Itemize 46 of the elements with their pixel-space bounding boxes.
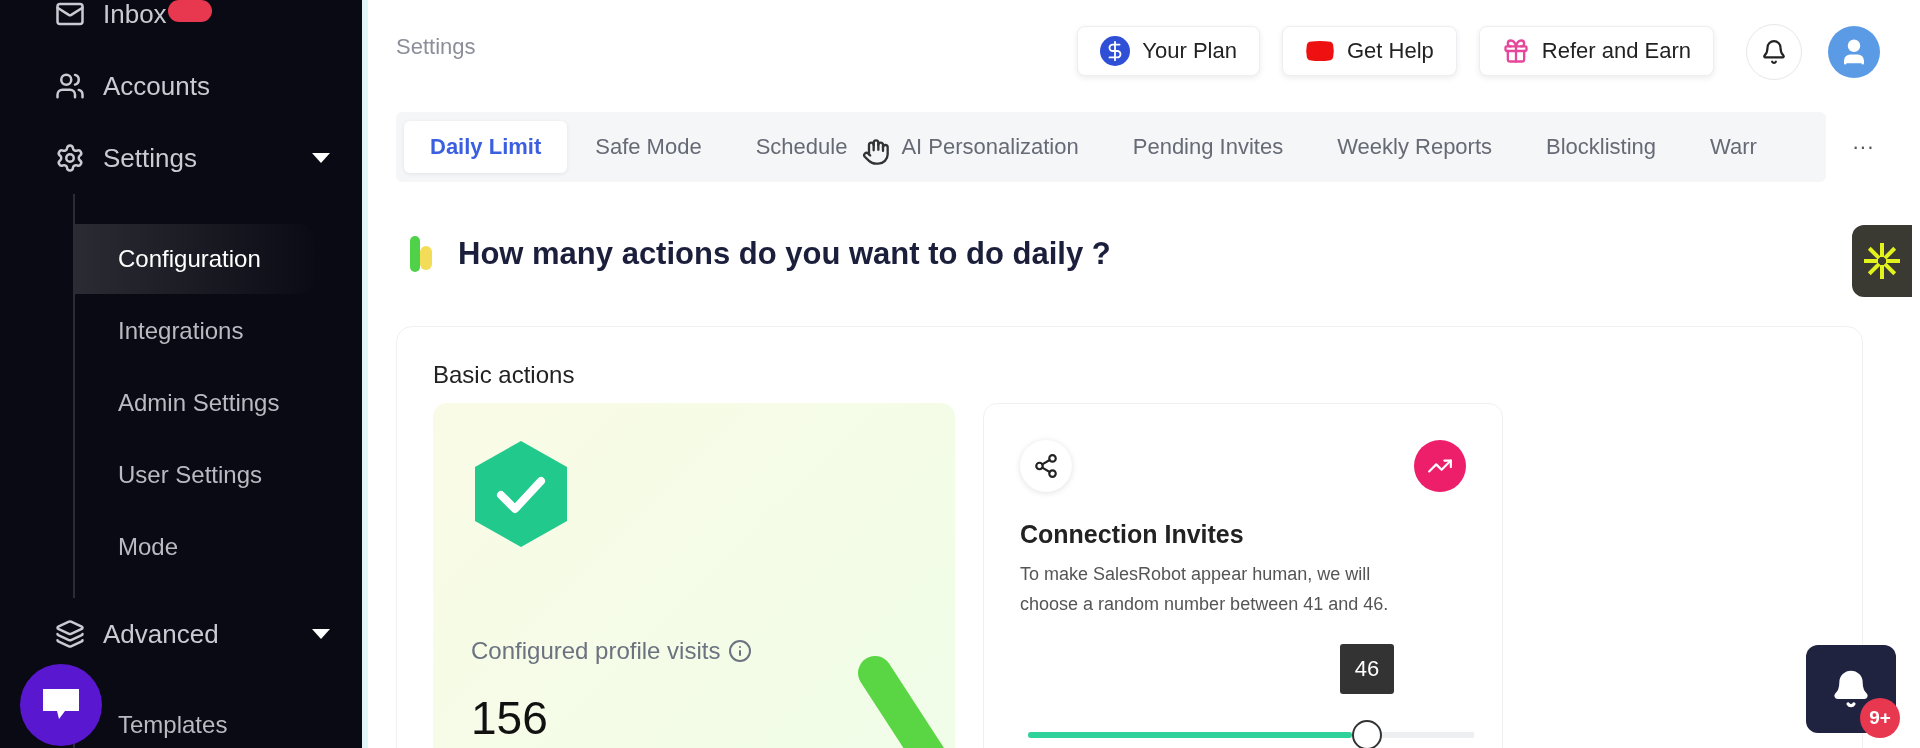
summary-value: 156 bbox=[471, 691, 549, 745]
tab[interactable]: Warr bbox=[1684, 121, 1783, 173]
sidebar-subitem[interactable]: User Settings bbox=[118, 440, 315, 510]
tab[interactable]: Pending Invites bbox=[1106, 121, 1310, 173]
info-icon[interactable] bbox=[728, 639, 753, 663]
sidebar-subitem[interactable]: Templates bbox=[118, 690, 315, 748]
dollar-icon bbox=[1100, 36, 1131, 66]
sidebar-subitem[interactable]: Admin Settings bbox=[118, 368, 315, 438]
slider-tooltip: 46 bbox=[1339, 644, 1394, 694]
caret-icon bbox=[312, 153, 330, 163]
summary-label: Configured profile visits bbox=[471, 637, 917, 665]
avatar-icon[interactable] bbox=[1828, 26, 1880, 78]
header-button[interactable]: Get Help bbox=[1281, 26, 1457, 76]
card-description: To make SalesRobot appear human, we will choose a random number between 41 and 46. bbox=[1020, 563, 1390, 616]
bell-icon bbox=[1831, 669, 1871, 709]
more-button[interactable]: ··· bbox=[1846, 133, 1880, 161]
tab[interactable]: Weekly Reports bbox=[1311, 121, 1519, 173]
notification-count: 9+ bbox=[1860, 698, 1900, 738]
tab[interactable]: Schedule bbox=[729, 121, 874, 173]
sidebar-item[interactable]: Advanced bbox=[55, 612, 362, 656]
header-button[interactable]: Refer and Earn bbox=[1478, 26, 1714, 76]
sidebar-item[interactable]: Accounts bbox=[55, 64, 362, 108]
sidebar-item[interactable]: Inbox bbox=[55, 0, 362, 36]
layers-icon bbox=[55, 619, 85, 649]
notifications-button[interactable] bbox=[1746, 24, 1802, 80]
users-icon bbox=[55, 71, 85, 101]
share-icon[interactable] bbox=[1020, 440, 1072, 492]
panel-title: Basic actions bbox=[433, 361, 576, 389]
tab[interactable]: AI Personalization bbox=[875, 121, 1105, 173]
settings-icon bbox=[55, 143, 85, 173]
sidebar-item[interactable]: Settings bbox=[55, 136, 362, 180]
card-title: Connection Invites bbox=[1020, 520, 1245, 549]
page-title: Settings bbox=[396, 34, 477, 60]
caret-icon bbox=[312, 629, 330, 639]
tab[interactable]: Blocklisting bbox=[1520, 121, 1683, 173]
sidebar-subitem[interactable]: Mode bbox=[118, 512, 315, 582]
section-heading: How many actions do you want to do daily ? bbox=[458, 236, 1111, 272]
header-button[interactable]: Your Plan bbox=[1077, 26, 1260, 76]
bell-icon bbox=[1761, 39, 1787, 65]
tab[interactable]: Daily Limit bbox=[404, 121, 568, 173]
trend-icon bbox=[1414, 440, 1466, 492]
slider-thumb[interactable] bbox=[1351, 720, 1382, 748]
tab[interactable]: Safe Mode bbox=[569, 121, 728, 173]
gift-icon bbox=[1501, 37, 1530, 65]
asterisk-icon[interactable] bbox=[1852, 225, 1912, 297]
sidebar-subitem[interactable]: Integrations bbox=[118, 296, 315, 366]
